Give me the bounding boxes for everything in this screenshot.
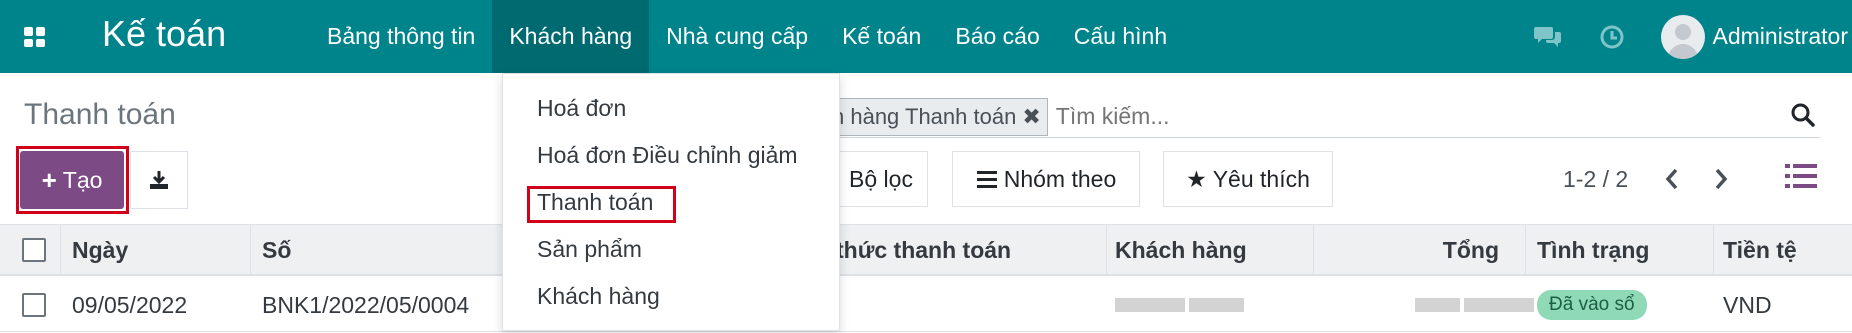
filter-button-label: Bộ lọc: [849, 165, 913, 192]
clock-icon[interactable]: [1597, 22, 1627, 52]
dropdown-item-credit-notes[interactable]: Hoá đơn Điều chỉnh giảm: [537, 142, 798, 169]
table-row[interactable]: 09/05/2022 BNK1/2022/05/0004 Đã vào sổ V…: [0, 278, 1852, 332]
column-header-customer[interactable]: Khách hàng: [1115, 225, 1247, 275]
top-navbar: Kế toán Bảng thông tin Khách hàng Nhà cu…: [0, 0, 1852, 73]
menu-item-dashboard[interactable]: Bảng thông tin: [310, 0, 492, 73]
apps-grid-icon[interactable]: [24, 27, 46, 47]
cell-date: 09/05/2022: [72, 291, 188, 318]
search-input[interactable]: [1055, 103, 1656, 130]
menu-item-customers[interactable]: Khách hàng: [492, 0, 650, 73]
column-divider: [1106, 225, 1107, 275]
status-badge-label: Đã vào sổ: [1537, 290, 1647, 320]
column-header-date[interactable]: Ngày: [72, 225, 128, 275]
search-bar: ch hàng Thanh toán ✖: [820, 96, 1820, 138]
column-divider: [250, 225, 251, 275]
cell-total-redacted: [1415, 278, 1534, 332]
star-icon: ★: [1186, 165, 1207, 192]
menu-item-vendors[interactable]: Nhà cung cấp: [649, 0, 825, 73]
column-divider: [1525, 225, 1526, 275]
column-divider: [1713, 225, 1714, 275]
dropdown-item-customers[interactable]: Khách hàng: [537, 283, 660, 310]
dropdown-item-products[interactable]: Sản phẩm: [537, 236, 642, 263]
create-button-highlight: [16, 146, 129, 214]
avatar[interactable]: [1660, 14, 1705, 59]
row-checkbox[interactable]: [22, 293, 46, 317]
column-header-payment-method[interactable]: thức thanh toán: [836, 225, 1011, 275]
menu-item-configuration[interactable]: Cấu hình: [1057, 0, 1184, 73]
dropdown-item-invoices[interactable]: Hoá đơn: [537, 95, 626, 122]
cell-currency: VND: [1723, 291, 1772, 318]
download-button[interactable]: [130, 151, 188, 209]
user-name[interactable]: Administrator: [1713, 23, 1848, 50]
group-by-button[interactable]: Nhóm theo: [952, 151, 1140, 207]
list-icon: [976, 171, 997, 188]
menu-item-accounting[interactable]: Kế toán: [825, 0, 938, 73]
download-icon: [150, 171, 168, 189]
pager-value[interactable]: 1-2 / 2: [1563, 166, 1628, 193]
facet-remove-icon[interactable]: ✖: [1022, 104, 1040, 130]
payments-highlight-box: [527, 186, 676, 223]
column-divider: [60, 225, 61, 275]
breadcrumb: Thanh toán: [24, 98, 176, 131]
navbar-systray: Administrator: [1533, 0, 1852, 73]
favorites-button-label: Yêu thích: [1212, 165, 1310, 192]
column-header-status[interactable]: Tình trạng: [1537, 225, 1649, 275]
app-title: Kế toán: [102, 13, 227, 54]
list-view-icon[interactable]: [1785, 162, 1819, 194]
column-header-total[interactable]: Tổng: [1313, 225, 1499, 275]
favorites-button[interactable]: ★ Yêu thích: [1163, 151, 1333, 207]
status-badge: Đã vào sổ: [1537, 278, 1647, 332]
main-menu: Bảng thông tin Khách hàng Nhà cung cấp K…: [310, 0, 1184, 73]
search-icon[interactable]: [1790, 102, 1820, 132]
search-facet-label: ch hàng Thanh toán: [821, 103, 1017, 129]
cell-customer-redacted: [1115, 278, 1244, 332]
select-all-checkbox[interactable]: [22, 238, 46, 262]
column-header-number[interactable]: Số: [262, 225, 291, 275]
cell-number: BNK1/2022/05/0004: [262, 291, 470, 318]
table-header: Ngày Số thức thanh toán Khách hàng Tổng …: [0, 224, 1852, 276]
search-facet: ch hàng Thanh toán ✖: [820, 97, 1048, 136]
menu-item-reporting[interactable]: Báo cáo: [938, 0, 1056, 73]
chat-icon[interactable]: [1533, 22, 1563, 52]
column-header-currency[interactable]: Tiền tệ: [1723, 225, 1797, 275]
pager-next-icon[interactable]: [1709, 164, 1733, 194]
group-by-button-label: Nhóm theo: [1003, 165, 1117, 192]
pager-previous-icon[interactable]: [1660, 164, 1684, 194]
